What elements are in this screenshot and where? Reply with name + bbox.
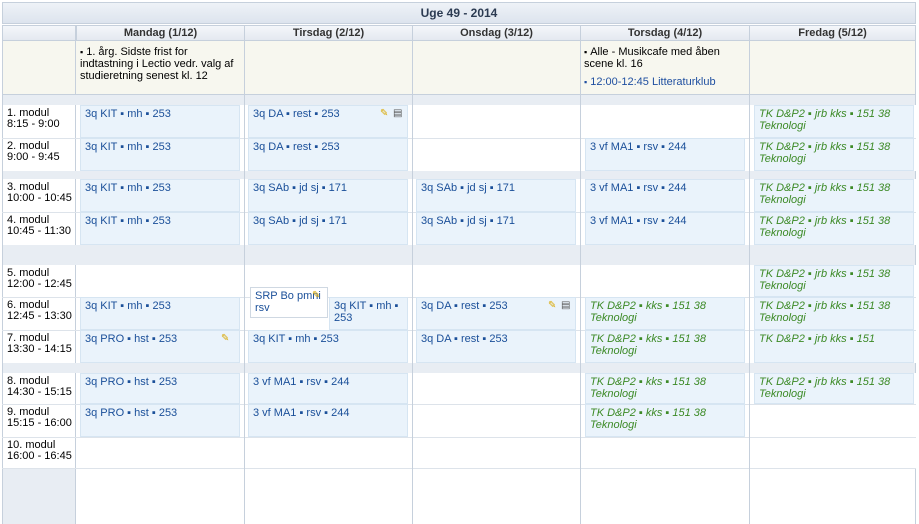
lesson-monday-1[interactable]: 3q KIT ▪ mh ▪ 253 xyxy=(80,105,240,138)
allday-note-text: 12:00-12:45 Litteraturklub xyxy=(590,76,716,88)
allday-note-thursday-litteraturklub[interactable]: ▪ 12:00-12:45 Litteraturklub xyxy=(584,76,744,88)
lesson-tuesday-8[interactable]: 3 vf MA1 ▪ rsv ▪ 244 xyxy=(248,373,408,404)
module-label-1: 1. modul 8:15 - 9:00 xyxy=(2,105,76,138)
lesson-friday-2[interactable]: TK D&P2 ▪ jrb kks ▪ 151 38 Teknologi xyxy=(754,138,914,171)
lesson-tuesday-7[interactable]: 3q KIT ▪ mh ▪ 253 xyxy=(248,330,408,363)
module-time: 12:45 - 13:30 xyxy=(7,310,72,322)
day-header-wednesday[interactable]: Onsdag (3/12) xyxy=(412,25,581,41)
corner-header xyxy=(2,25,76,41)
module-label-3: 3. modul 10:00 - 10:45 xyxy=(2,179,76,212)
allday-cell-tuesday xyxy=(244,41,413,95)
lesson-thursday-8[interactable]: TK D&P2 ▪ kks ▪ 151 38 Teknologi xyxy=(585,373,745,404)
allday-note-text: Alle - Musikcafe med åben scene kl. 16 xyxy=(584,46,720,70)
allday-cell-wednesday xyxy=(412,41,581,95)
lesson-thursday-7[interactable]: TK D&P2 ▪ kks ▪ 151 38 Teknologi xyxy=(585,330,745,363)
module-time: 16:00 - 16:45 xyxy=(7,450,72,462)
lesson-thursday-2[interactable]: 3 vf MA1 ▪ rsv ▪ 244 xyxy=(585,138,745,171)
row-divider xyxy=(2,437,916,438)
lesson-friday-6[interactable]: TK D&P2 ▪ jrb kks ▪ 151 38 Teknologi xyxy=(754,297,914,330)
module-time: 8:15 - 9:00 xyxy=(7,118,60,130)
lesson-tuesday-3[interactable]: 3q SAb ▪ jd sj ▪ 171 xyxy=(248,179,408,212)
bullet-icon: ▪ xyxy=(584,77,588,87)
lesson-friday-4[interactable]: TK D&P2 ▪ jrb kks ▪ 151 38 Teknologi xyxy=(754,212,914,245)
day-header-monday[interactable]: Mandag (1/12) xyxy=(76,25,245,41)
empty-area xyxy=(2,468,916,524)
day-header-tuesday[interactable]: Tirsdag (2/12) xyxy=(244,25,413,41)
lesson-thursday-9[interactable]: TK D&P2 ▪ kks ▪ 151 38 Teknologi xyxy=(585,404,745,437)
break-row xyxy=(2,95,916,105)
break-row xyxy=(2,171,916,179)
module-label-7: 7. modul 13:30 - 14:15 xyxy=(2,330,76,363)
empty-label-area xyxy=(2,468,76,524)
module-time: 15:15 - 16:00 xyxy=(7,417,72,429)
lesson-thursday-3[interactable]: 3 vf MA1 ▪ rsv ▪ 244 xyxy=(585,179,745,212)
lesson-tuesday-9[interactable]: 3 vf MA1 ▪ rsv ▪ 244 xyxy=(248,404,408,437)
lesson-tuesday-6[interactable]: 3q KIT ▪ mh ▪ 253 xyxy=(329,297,408,330)
module-label-2: 2. modul 9:00 - 9:45 xyxy=(2,138,76,171)
module-label-5: 5. modul 12:00 - 12:45 xyxy=(2,265,76,297)
lesson-thursday-6[interactable]: TK D&P2 ▪ kks ▪ 151 38 Teknologi xyxy=(585,297,745,330)
lesson-tuesday-2[interactable]: 3q DA ▪ rest ▪ 253 xyxy=(248,138,408,171)
module-time: 10:00 - 10:45 xyxy=(7,192,72,204)
column-divider xyxy=(749,25,750,524)
module-label-10: 10. modul 16:00 - 16:45 xyxy=(2,437,76,468)
break-row xyxy=(2,363,916,373)
lesson-monday-8[interactable]: 3q PRO ▪ hst ▪ 253 xyxy=(80,373,240,404)
column-divider xyxy=(580,25,581,524)
module-time: 10:45 - 11:30 xyxy=(7,225,72,237)
lesson-monday-6[interactable]: 3q KIT ▪ mh ▪ 253 xyxy=(80,297,240,330)
allday-note-text: 1. årg. Sidste frist for indtastning i L… xyxy=(80,46,234,82)
allday-note-thursday-music[interactable]: ▪ Alle - Musikcafe med åben scene kl. 16 xyxy=(584,46,744,70)
lesson-monday-9[interactable]: 3q PRO ▪ hst ▪ 253 xyxy=(80,404,240,437)
lesson-friday-1[interactable]: TK D&P2 ▪ jrb kks ▪ 151 38 Teknologi xyxy=(754,105,914,138)
week-title: Uge 49 - 2014 xyxy=(2,2,916,24)
lesson-wednesday-4[interactable]: 3q SAb ▪ jd sj ▪ 171 xyxy=(416,212,576,245)
module-time: 9:00 - 9:45 xyxy=(7,151,60,163)
bullet-icon: ▪ xyxy=(80,47,84,57)
column-divider xyxy=(244,25,245,524)
module-time: 14:30 - 15:15 xyxy=(7,386,72,398)
allday-cell-friday xyxy=(749,41,916,95)
lesson-monday-7[interactable]: 3q PRO ▪ hst ▪ 253 xyxy=(80,330,240,363)
note-icon[interactable]: ✎ xyxy=(221,334,229,344)
lesson-friday-8[interactable]: TK D&P2 ▪ jrb kks ▪ 151 38 Teknologi xyxy=(754,373,914,404)
allday-note-monday[interactable]: ▪ 1. årg. Sidste frist for indtastning i … xyxy=(80,46,240,82)
note-icon[interactable]: ✎ xyxy=(380,109,388,119)
lesson-friday-5[interactable]: TK D&P2 ▪ jrb kks ▪ 151 38 Teknologi xyxy=(754,265,914,297)
lesson-friday-7[interactable]: TK D&P2 ▪ jrb kks ▪ 151 xyxy=(754,330,914,363)
lesson-wednesday-7[interactable]: 3q DA ▪ rest ▪ 253 xyxy=(416,330,576,363)
document-icon[interactable]: ▤ xyxy=(393,109,402,119)
lesson-monday-4[interactable]: 3q KIT ▪ mh ▪ 253 xyxy=(80,212,240,245)
row-divider xyxy=(2,468,916,469)
week-schedule: Uge 49 - 2014 Mandag (1/12) Tirsdag (2/1… xyxy=(0,0,919,524)
module-label-6: 6. modul 12:45 - 13:30 xyxy=(2,297,76,330)
note-icon[interactable]: ✎ xyxy=(312,291,320,301)
lesson-thursday-4[interactable]: 3 vf MA1 ▪ rsv ▪ 244 xyxy=(585,212,745,245)
lesson-friday-3[interactable]: TK D&P2 ▪ jrb kks ▪ 151 38 Teknologi xyxy=(754,179,914,212)
lesson-monday-2[interactable]: 3q KIT ▪ mh ▪ 253 xyxy=(80,138,240,171)
bullet-icon: ▪ xyxy=(584,47,588,57)
day-header-thursday[interactable]: Torsdag (4/12) xyxy=(580,25,750,41)
module-label-9: 9. modul 15:15 - 16:00 xyxy=(2,404,76,437)
module-time: 12:00 - 12:45 xyxy=(7,278,72,290)
document-icon[interactable]: ▤ xyxy=(561,301,570,311)
allday-label-cell xyxy=(2,41,76,95)
module-time: 13:30 - 14:15 xyxy=(7,343,72,355)
break-row xyxy=(2,245,916,265)
column-divider xyxy=(412,25,413,524)
module-label-8: 8. modul 14:30 - 15:15 xyxy=(2,373,76,404)
module-label-4: 4. modul 10:45 - 11:30 xyxy=(2,212,76,245)
day-header-friday[interactable]: Fredag (5/12) xyxy=(749,25,916,41)
lesson-monday-3[interactable]: 3q KIT ▪ mh ▪ 253 xyxy=(80,179,240,212)
note-icon[interactable]: ✎ xyxy=(548,301,556,311)
lesson-wednesday-3[interactable]: 3q SAb ▪ jd sj ▪ 171 xyxy=(416,179,576,212)
lesson-tuesday-4[interactable]: 3q SAb ▪ jd sj ▪ 171 xyxy=(248,212,408,245)
